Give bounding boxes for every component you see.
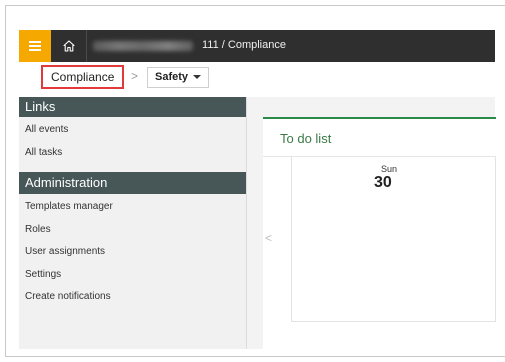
breadcrumb-safety-dropdown[interactable]: Safety	[147, 67, 210, 88]
hamburger-icon	[29, 41, 41, 51]
sidebar-item-roles[interactable]: Roles	[19, 219, 246, 242]
sidebar-item-all-events[interactable]: All events	[19, 119, 246, 142]
breadcrumb: Compliance > Safety	[19, 62, 495, 96]
sidebar-item-all-tasks[interactable]: All tasks	[19, 142, 246, 165]
redacted-site-name	[93, 41, 193, 51]
caret-down-icon	[193, 75, 202, 80]
top-navigation-bar: 111 / Compliance	[19, 30, 495, 62]
home-button[interactable]	[51, 30, 87, 62]
breadcrumb-compliance[interactable]: Compliance	[41, 65, 125, 89]
todo-panel: To do list < Sun 30	[263, 117, 496, 349]
sidebar-item-templates-manager[interactable]: Templates manager	[19, 196, 246, 219]
sidebar-admin-list: Templates manager Roles User assignments…	[19, 194, 246, 309]
panel-title: To do list	[280, 131, 332, 146]
sidebar-item-create-notifications[interactable]: Create notifications	[19, 286, 246, 309]
day-number: 30	[374, 174, 392, 191]
menu-button[interactable]	[19, 30, 51, 62]
breadcrumb-safety-label: Safety	[155, 71, 189, 83]
sidebar-links-list: All events All tasks	[19, 117, 246, 164]
previous-arrow-icon[interactable]: <	[265, 231, 272, 245]
calendar-day-column[interactable]: Sun 30	[291, 157, 496, 322]
home-icon	[62, 40, 75, 52]
sidebar-header-administration: Administration	[19, 172, 246, 194]
sidebar-item-user-assignments[interactable]: User assignments	[19, 241, 246, 264]
main-content: To do list < Sun 30	[246, 97, 496, 349]
day-name: Sun	[381, 164, 398, 174]
sidebar-item-settings[interactable]: Settings	[19, 264, 246, 287]
sidebar: Links All events All tasks Administratio…	[19, 97, 246, 349]
top-breadcrumb-path: 111 / Compliance	[202, 39, 286, 51]
sidebar-header-links: Links	[19, 97, 246, 117]
breadcrumb-separator-icon: >	[131, 69, 139, 83]
